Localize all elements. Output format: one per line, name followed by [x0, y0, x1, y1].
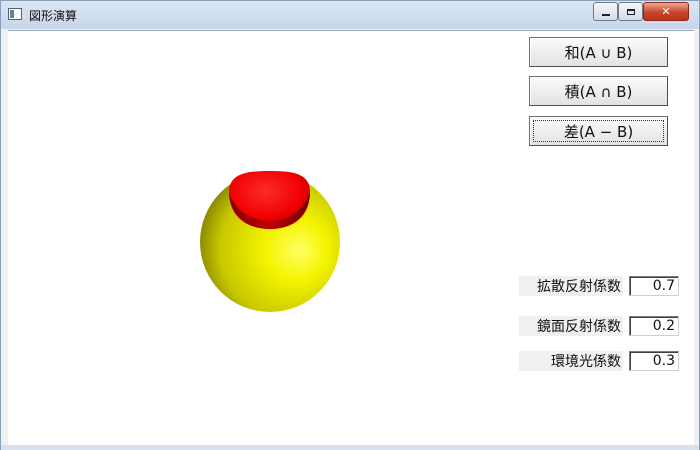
union-button[interactable]: 和(A ∪ B) [529, 37, 668, 67]
intersection-button[interactable]: 積(A ∩ B) [529, 76, 668, 106]
specular-label: 鏡面反射係数 [519, 316, 623, 336]
app-icon[interactable] [8, 8, 22, 20]
client-area: 和(A ∪ B) 積(A ∩ B) 差(A − B) 拡散反射係数 鏡面反射係数… [8, 30, 694, 446]
close-icon: ✕ [661, 5, 671, 18]
minimize-button[interactable] [593, 2, 618, 21]
close-button[interactable]: ✕ [643, 2, 689, 21]
window-bottom-border [1, 445, 699, 450]
specular-input[interactable] [629, 316, 679, 336]
ambient-label: 環境光係数 [519, 351, 623, 371]
minimize-icon [601, 13, 610, 16]
ambient-input[interactable] [629, 351, 679, 371]
window-title: 図形演算 [29, 9, 78, 23]
diffuse-label: 拡散反射係数 [519, 276, 623, 296]
difference-button[interactable]: 差(A − B) [529, 116, 668, 146]
diffuse-input[interactable] [629, 276, 679, 296]
maximize-icon [626, 8, 635, 15]
app-window: 図形演算 ✕ 和(A ∪ B) 積(A ∩ B) 差(A − B) 拡散反射係数… [0, 0, 700, 450]
title-bar[interactable]: 図形演算 ✕ [1, 1, 699, 29]
maximize-button[interactable] [618, 2, 643, 21]
